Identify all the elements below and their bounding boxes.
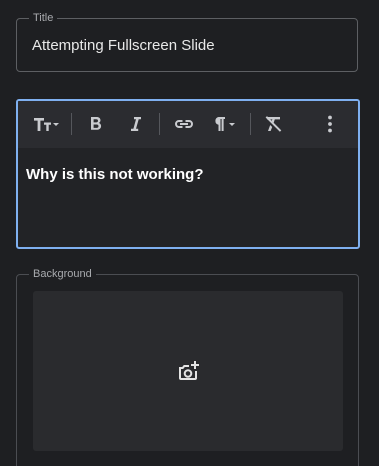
italic-icon [131, 117, 141, 131]
italic-button[interactable] [126, 112, 146, 136]
link-icon [175, 120, 193, 128]
bold-button[interactable] [86, 112, 106, 136]
background-upload-area[interactable] [33, 291, 343, 451]
text-size-icon [34, 118, 59, 131]
bold-icon [91, 117, 102, 130]
toolbar-divider [159, 113, 160, 135]
more-vertical-icon [328, 115, 332, 133]
editor-content[interactable]: Why is this not working? [26, 165, 204, 185]
editor-toolbar [18, 101, 358, 148]
link-button[interactable] [172, 112, 196, 136]
slide-editor-panel: Title Attempting Fullscreen Slide Why is… [0, 0, 379, 466]
background-label: Background [29, 267, 96, 281]
title-input-value[interactable]: Attempting Fullscreen Slide [32, 36, 215, 56]
paragraph-button[interactable] [211, 112, 239, 136]
title-label: Title [29, 11, 58, 25]
text-size-button[interactable] [32, 112, 60, 136]
more-options-button[interactable] [320, 112, 340, 136]
rich-text-editor[interactable]: Why is this not working? [16, 99, 360, 249]
background-field: Background [16, 267, 359, 466]
add-photo-icon [179, 361, 199, 380]
clear-format-icon [265, 116, 282, 132]
title-field[interactable]: Title Attempting Fullscreen Slide [16, 11, 358, 72]
paragraph-icon [215, 117, 235, 131]
clear-format-button[interactable] [262, 112, 284, 136]
toolbar-divider [250, 113, 251, 135]
toolbar-divider [71, 113, 72, 135]
